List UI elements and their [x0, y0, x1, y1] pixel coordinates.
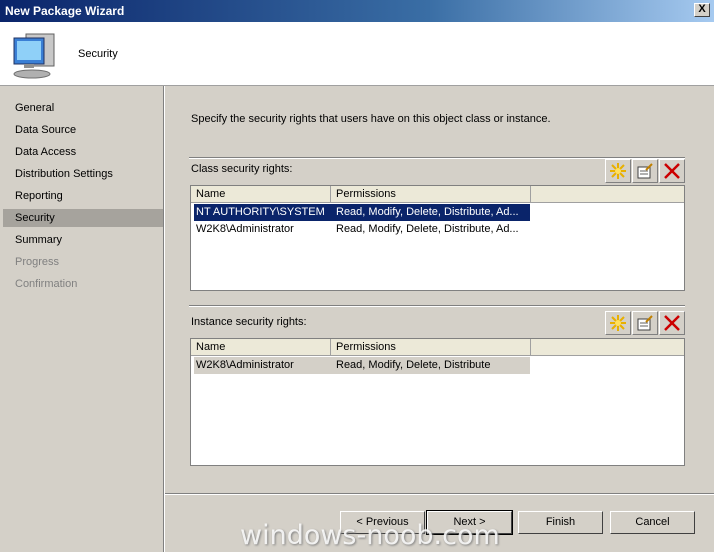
- sidebar-item-confirmation: Confirmation: [15, 278, 78, 290]
- column-header-filler: [531, 339, 684, 356]
- delete-icon: [664, 315, 680, 331]
- sidebar-item-progress: Progress: [15, 256, 60, 268]
- class-rights-label: Class security rights:: [191, 163, 293, 175]
- column-header-filler: [531, 186, 684, 203]
- row-permissions[interactable]: Read, Modify, Delete, Distribute, Ad...: [331, 221, 529, 238]
- sidebar-item-reporting[interactable]: Reporting: [3, 187, 163, 205]
- delete-icon: [664, 163, 680, 179]
- row-name[interactable]: W2K8\Administrator: [191, 221, 331, 238]
- row-permissions[interactable]: Read, Modify, Delete, Distribute, Ad...: [331, 204, 529, 221]
- computer-icon: [13, 33, 55, 79]
- title-bar: New Package Wizard X: [0, 0, 714, 22]
- column-header-permissions[interactable]: Permissions: [331, 186, 531, 203]
- sidebar-item-distribution-settings[interactable]: Distribution Settings: [3, 165, 163, 183]
- sidebar-item-data-source[interactable]: Data Source: [3, 121, 163, 139]
- delete-instance-right-button[interactable]: [659, 311, 685, 335]
- cancel-button[interactable]: Cancel: [610, 511, 695, 534]
- delete-class-right-button[interactable]: [659, 159, 685, 183]
- sidebar-item-security[interactable]: Security: [3, 209, 163, 227]
- row-permissions[interactable]: Read, Modify, Delete, Distribute: [331, 357, 529, 374]
- page-title: Security: [78, 48, 118, 60]
- sidebar-divider: [163, 86, 165, 552]
- watermark: windows-noob.com: [240, 520, 500, 551]
- properties-icon: [637, 315, 653, 331]
- add-instance-right-button[interactable]: [605, 311, 631, 335]
- sidebar-item-summary[interactable]: Summary: [3, 231, 163, 249]
- close-icon: X: [698, 3, 706, 15]
- properties-icon: [637, 163, 653, 179]
- button-divider: [165, 493, 714, 495]
- column-header-permissions[interactable]: Permissions: [331, 339, 531, 356]
- sidebar-item-general[interactable]: General: [3, 99, 163, 117]
- column-header-name[interactable]: Name: [191, 186, 331, 203]
- class-rights-list[interactable]: Name Permissions NT AUTHORITY\SYSTEM Rea…: [190, 185, 685, 291]
- add-class-right-button[interactable]: [605, 159, 631, 183]
- instance-rights-list[interactable]: Name Permissions W2K8\Administrator Read…: [190, 338, 685, 466]
- row-name[interactable]: W2K8\Administrator: [191, 357, 331, 374]
- edit-class-right-button[interactable]: [632, 159, 658, 183]
- edit-instance-right-button[interactable]: [632, 311, 658, 335]
- finish-button[interactable]: Finish: [518, 511, 603, 534]
- instance-section-divider: [189, 305, 685, 307]
- new-icon: [610, 315, 626, 331]
- close-button[interactable]: X: [694, 3, 710, 17]
- column-header-name[interactable]: Name: [191, 339, 331, 356]
- intro-text: Specify the security rights that users h…: [191, 113, 551, 125]
- wizard-header: Security: [0, 22, 714, 86]
- sidebar-item-data-access[interactable]: Data Access: [3, 143, 163, 161]
- row-name[interactable]: NT AUTHORITY\SYSTEM: [191, 204, 331, 221]
- window-title: New Package Wizard: [5, 4, 125, 18]
- wizard-sidebar: General Data Source Data Access Distribu…: [3, 88, 163, 548]
- instance-rights-label: Instance security rights:: [191, 316, 307, 328]
- new-icon: [610, 163, 626, 179]
